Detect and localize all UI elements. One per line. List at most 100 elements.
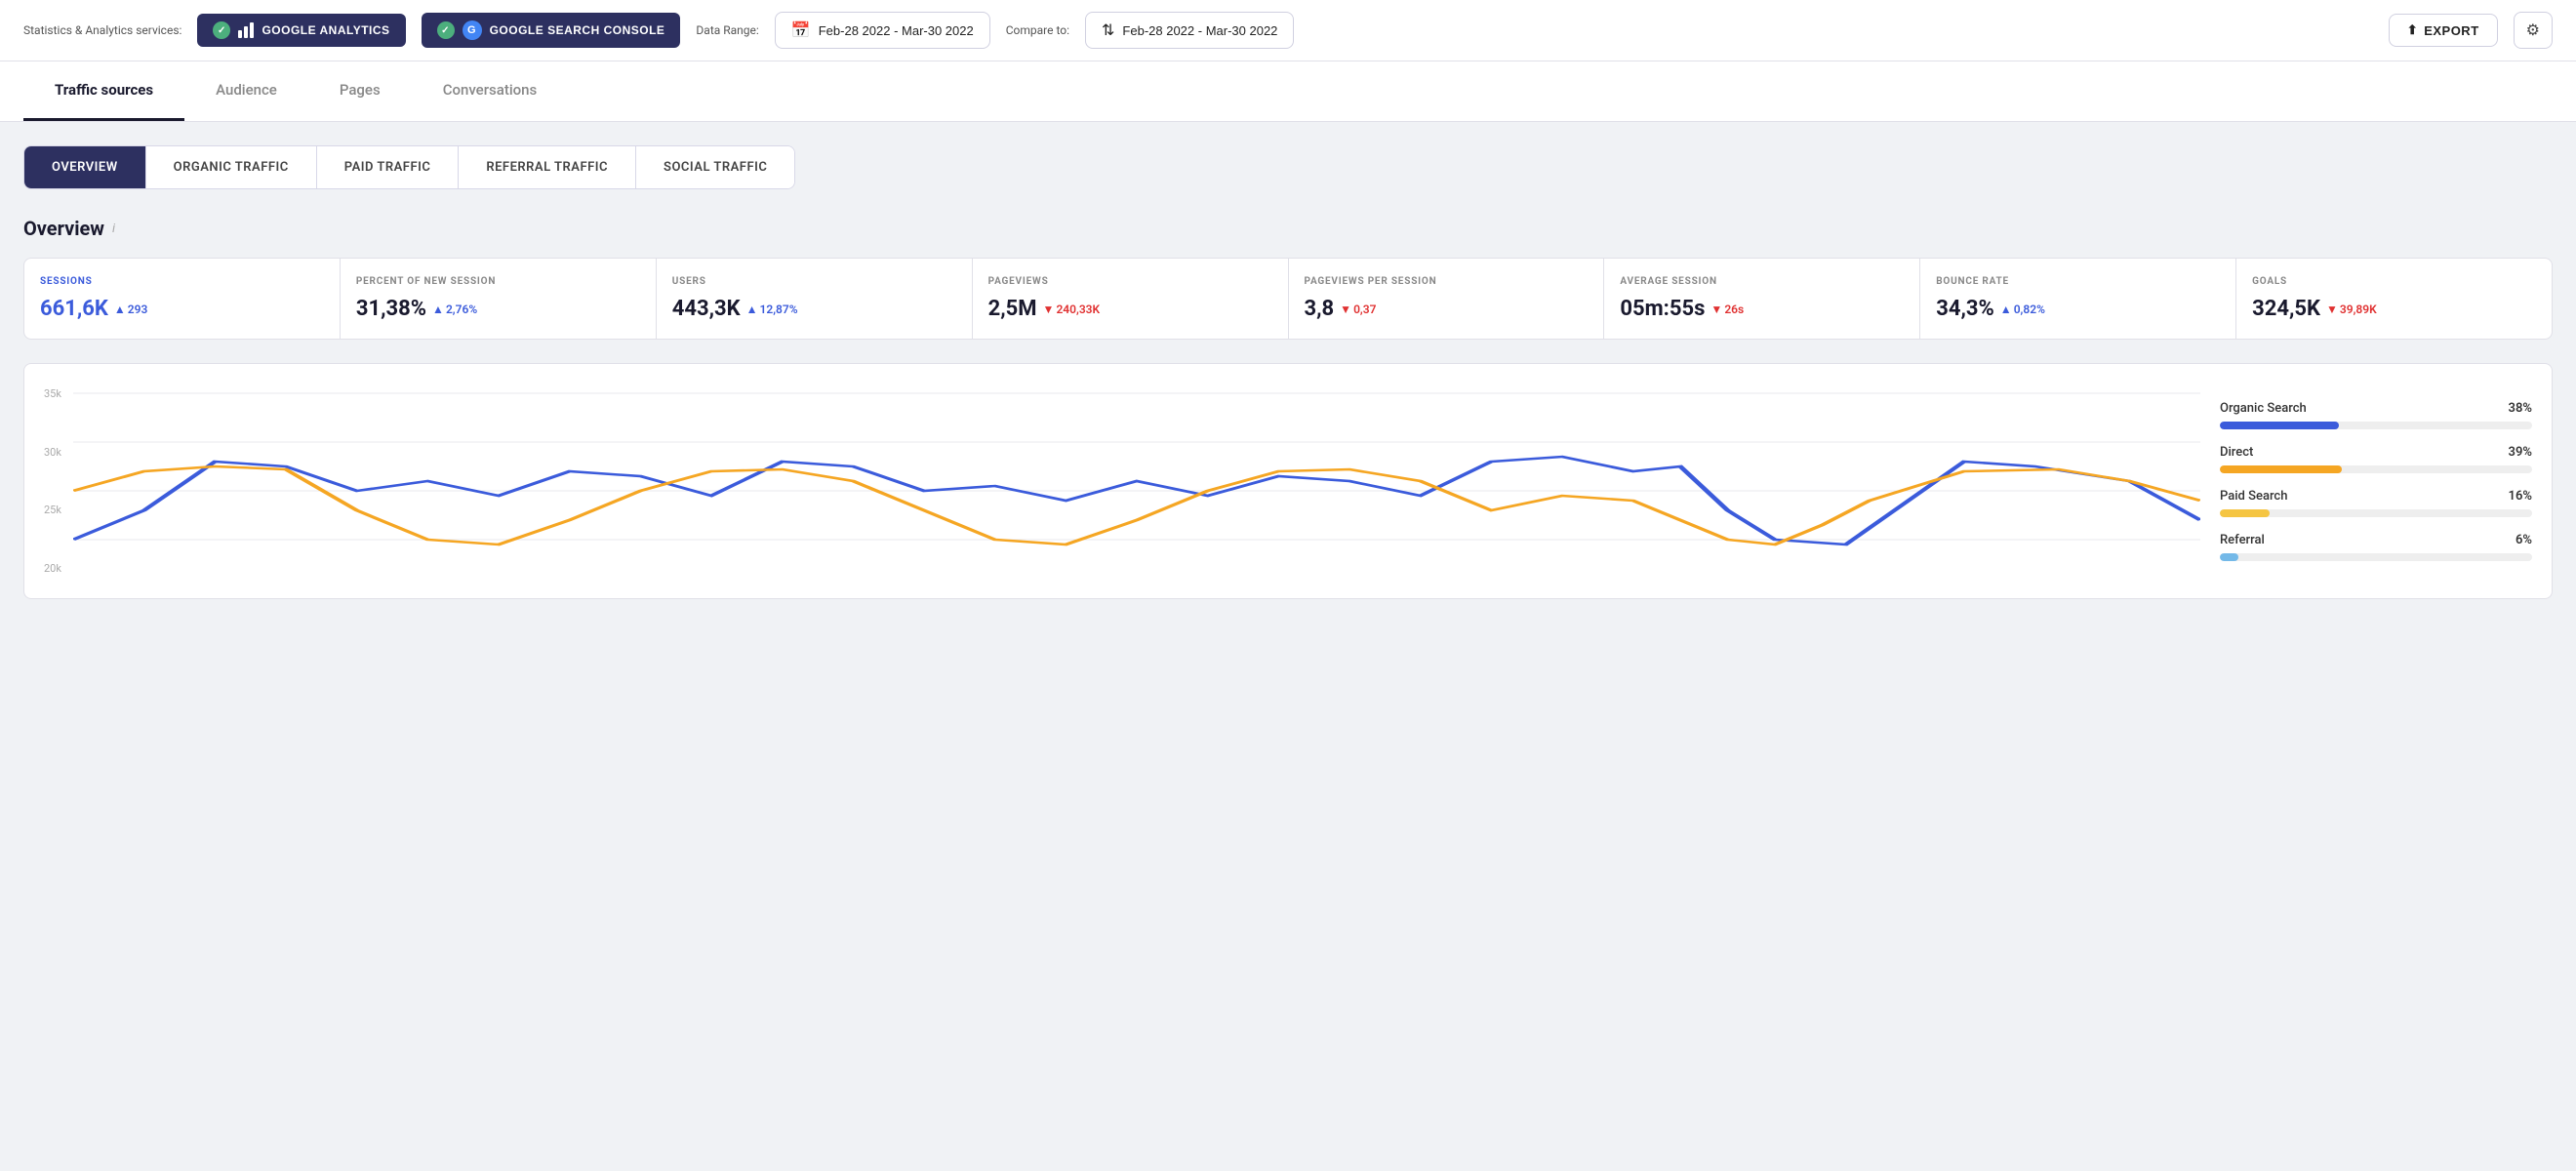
sub-tabs: OVERVIEW ORGANIC TRAFFIC PAID TRAFFIC RE… [23,145,795,189]
legend-direct-label: Direct [2220,445,2253,460]
check-icon-2: ✓ [437,21,455,39]
legend-paid-bar-bg [2220,509,2532,517]
metric-sessions-value: 661,6K ▲ 293 [40,297,324,321]
metric-pageviews-label: PAGEVIEWS [988,276,1272,287]
settings-button[interactable]: ⚙ [2514,12,2553,49]
metric-pps-delta: ▼ 0,37 [1340,303,1376,316]
legend-panel: Organic Search 38% Direct 39% Paid S [2220,384,2532,579]
top-bar: Statistics & Analytics services: ✓ GOOGL… [0,0,2576,61]
arrow-up-icon-3: ▲ [746,303,758,316]
metric-bounce-delta: ▲ 0,82% [2000,303,2045,316]
legend-paid-bar-fill [2220,509,2270,517]
bar-chart-icon [238,22,254,38]
legend-paid-search: Paid Search 16% [2220,489,2532,517]
arrow-down-icon-2: ▼ [1340,303,1351,316]
legend-referral-bar-bg [2220,553,2532,561]
google-search-console-button[interactable]: ✓ G GOOGLE SEARCH CONSOLE [422,13,681,48]
legend-referral-label: Referral [2220,533,2265,547]
legend-organic-bar-fill [2220,422,2339,429]
metric-sessions-delta: ▲ 293 [114,303,147,316]
legend-referral-bar-fill [2220,553,2238,561]
metric-pps-value: 3,8 ▼ 0,37 [1305,297,1589,321]
metric-percent-label: PERCENT OF NEW SESSION [356,276,640,287]
arrow-down-icon: ▼ [1043,303,1055,316]
metric-bounce-label: BOUNCE RATE [1936,276,2220,287]
sub-tab-overview[interactable]: OVERVIEW [24,146,146,188]
arrow-down-icon-3: ▼ [1711,303,1722,316]
main-tabs: Traffic sources Audience Pages Conversat… [0,61,2576,122]
google-search-console-label: GOOGLE SEARCH CONSOLE [490,23,665,37]
legend-organic-label: Organic Search [2220,401,2307,416]
metric-average-session: AVERAGE SESSION 05m:55s ▼ 26s [1604,259,1920,339]
line-chart-svg [44,384,2200,579]
metric-pps-label: PAGEVIEWS PER SESSION [1305,276,1589,287]
metric-sessions-label: SESSIONS [40,276,324,287]
legend-organic-bar-bg [2220,422,2532,429]
legend-direct-bar-fill [2220,465,2342,473]
compare-to-button[interactable]: ⇅ Feb-28 2022 - Mar-30 2022 [1085,12,1294,49]
metric-goals-delta: ▼ 39,89K [2326,303,2377,316]
metric-users: USERS 443,3K ▲ 12,87% [657,259,973,339]
sub-tab-paid-traffic[interactable]: PAID TRAFFIC [317,146,460,188]
metric-pageviews-value: 2,5M ▼ 240,33K [988,297,1272,321]
overview-title: Overview i [23,217,2553,240]
google-analytics-button[interactable]: ✓ GOOGLE ANALYTICS [197,14,405,47]
arrow-up-icon-2: ▲ [432,303,444,316]
services-label: Statistics & Analytics services: [23,23,181,37]
google-analytics-label: GOOGLE ANALYTICS [262,23,389,37]
metric-pageviews-per-session: PAGEVIEWS PER SESSION 3,8 ▼ 0,37 [1289,259,1605,339]
export-icon: ⬆ [2407,22,2418,38]
metric-sessions: SESSIONS 661,6K ▲ 293 [24,259,341,339]
arrow-up-icon-4: ▲ [2000,303,2012,316]
sub-tab-referral-traffic[interactable]: REFERRAL TRAFFIC [459,146,636,188]
tab-audience[interactable]: Audience [184,61,308,121]
legend-organic-pct: 38% [2509,401,2532,416]
sub-tab-social-traffic[interactable]: SOCIAL TRAFFIC [636,146,794,188]
metric-goals-value: 324,5K ▼ 39,89K [2252,297,2536,321]
gear-icon: ⚙ [2526,22,2540,39]
metric-avg-label: AVERAGE SESSION [1620,276,1904,287]
calendar-icon: 📅 [791,20,811,40]
metric-users-delta: ▲ 12,87% [746,303,798,316]
metric-pageviews-delta: ▼ 240,33K [1043,303,1101,316]
metric-bounce-rate: BOUNCE RATE 34,3% ▲ 0,82% [1920,259,2236,339]
compare-to-value: Feb-28 2022 - Mar-30 2022 [1122,23,1277,38]
gsc-icon: G [463,20,482,40]
metric-pageviews: PAGEVIEWS 2,5M ▼ 240,33K [973,259,1289,339]
legend-direct-bar-bg [2220,465,2532,473]
date-range-button[interactable]: 📅 Feb-28 2022 - Mar-30 2022 [775,12,990,49]
metric-bounce-value: 34,3% ▲ 0,82% [1936,297,2220,321]
compare-to-label: Compare to: [1006,23,1069,37]
metric-percent-new-session: PERCENT OF NEW SESSION 31,38% ▲ 2,76% [341,259,657,339]
arrow-up-icon: ▲ [114,303,126,316]
check-icon: ✓ [213,21,230,39]
metric-avg-value: 05m:55s ▼ 26s [1620,297,1904,321]
metric-users-label: USERS [672,276,956,287]
legend-direct: Direct 39% [2220,445,2532,473]
chart-container: 35k 30k 25k 20k [44,384,2200,579]
arrow-down-icon-4: ▼ [2326,303,2338,316]
legend-paid-label: Paid Search [2220,489,2287,504]
sub-tab-organic-traffic[interactable]: ORGANIC TRAFFIC [146,146,317,188]
export-label: EXPORT [2424,23,2478,38]
y-axis-labels: 35k 30k 25k 20k [44,384,61,579]
legend-referral: Referral 6% [2220,533,2532,561]
metric-goals-label: GOALS [2252,276,2536,287]
legend-referral-pct: 6% [2516,533,2532,547]
chart-area: 35k 30k 25k 20k Organic Search [23,363,2553,599]
data-range-label: Data Range: [696,23,758,37]
metric-avg-delta: ▼ 26s [1711,303,1744,316]
date-range-value: Feb-28 2022 - Mar-30 2022 [819,23,974,38]
legend-direct-pct: 39% [2509,445,2532,460]
info-icon: i [112,222,115,236]
metric-percent-value: 31,38% ▲ 2,76% [356,297,640,321]
legend-paid-pct: 16% [2509,489,2532,504]
main-content: OVERVIEW ORGANIC TRAFFIC PAID TRAFFIC RE… [0,122,2576,623]
tab-conversations[interactable]: Conversations [412,61,569,121]
compare-arrows-icon: ⇅ [1102,20,1114,40]
export-button[interactable]: ⬆ EXPORT [2389,14,2498,47]
metrics-row: SESSIONS 661,6K ▲ 293 PERCENT OF NEW SES… [23,258,2553,340]
legend-organic-search: Organic Search 38% [2220,401,2532,429]
tab-traffic-sources[interactable]: Traffic sources [23,61,184,121]
tab-pages[interactable]: Pages [308,61,412,121]
